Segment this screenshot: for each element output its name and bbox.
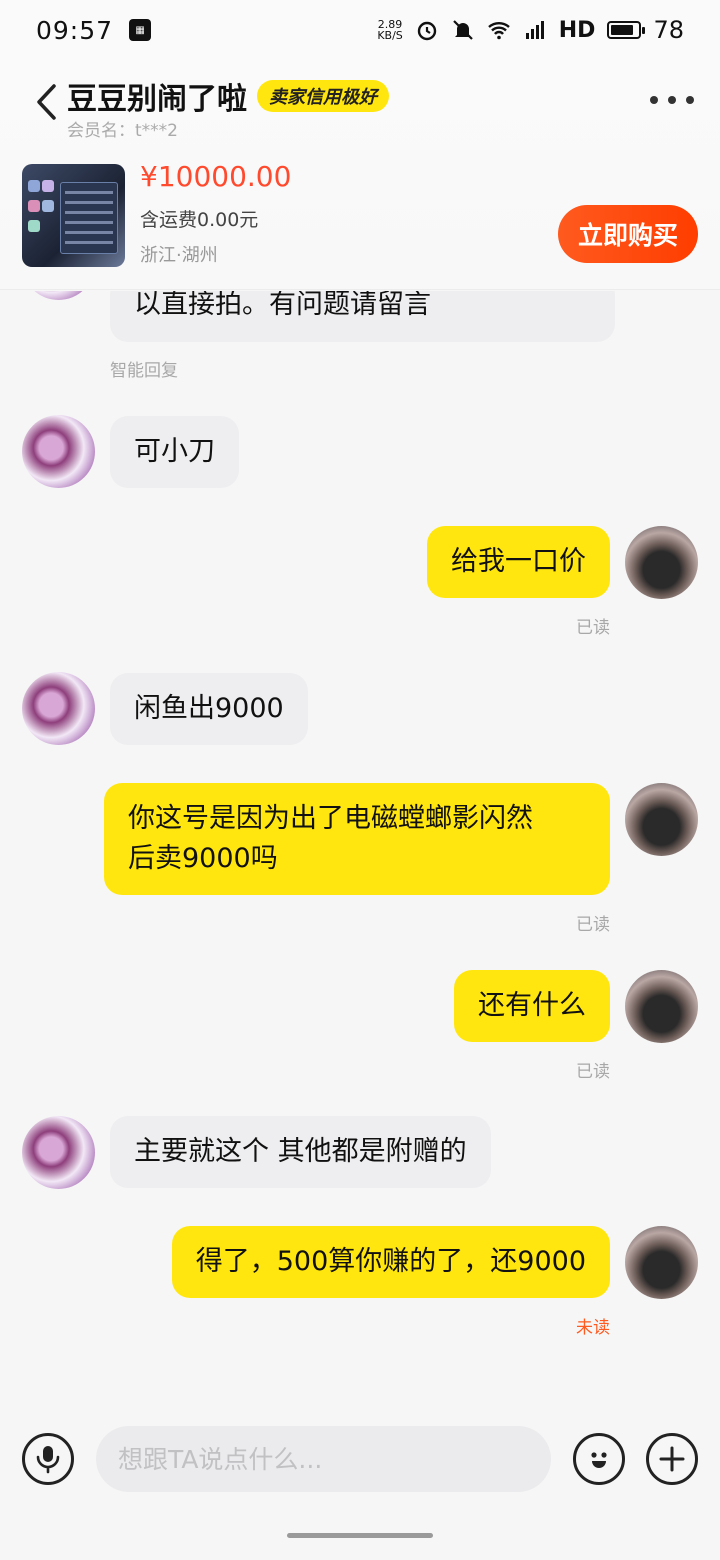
message-meta: 智能回复 [110,361,178,381]
home-indicator[interactable] [287,1533,433,1538]
plus-icon [659,1446,685,1472]
chat-header: 豆豆别闹了啦 卖家信用极好 会员名：t***2 ¥10000.00 含运费0.0… [0,60,720,290]
status-right: 2.89 KB/S HD 78 [377,16,684,44]
seller-avatar[interactable] [22,1116,95,1189]
chat-area[interactable]: 以直接拍。有问题请留言 智能回复 可小刀 给我一口价 已读 闲鱼出9000 你这… [0,291,720,1391]
more-options-button[interactable] [650,88,694,112]
battery-icon [607,21,646,39]
seller-avatar[interactable] [22,672,95,745]
voice-button[interactable] [22,1433,74,1485]
message-bubble[interactable]: 你这号是因为出了电磁螳螂影闪然 后卖9000吗 [104,783,610,895]
status-bar: 09:57 ▦ 2.89 KB/S HD 78 [0,0,720,60]
read-status: 未读 [576,1318,610,1338]
message-bubble[interactable]: 主要就这个 其他都是附赠的 [110,1116,491,1188]
message-bubble[interactable]: 给我一口价 [427,526,610,598]
read-status: 已读 [576,1062,610,1082]
product-price: ¥10000.00 [140,160,292,193]
emoji-button[interactable] [573,1433,625,1485]
battery-fill [611,25,634,35]
status-time: 09:57 [36,15,114,45]
product-location: 浙江·湖州 [140,245,218,266]
net-speed: 2.89 KB/S [377,19,402,41]
seller-avatar[interactable] [22,291,95,300]
message-bubble[interactable]: 闲鱼出9000 [110,673,308,745]
credit-badge[interactable]: 卖家信用极好 [257,80,389,112]
alarm-icon [417,21,436,41]
network-type-label: HD [558,17,596,43]
my-avatar[interactable] [625,783,698,856]
buy-now-button[interactable]: 立即购买 [558,205,698,263]
wifi-icon [487,22,510,40]
battery-level: 78 [653,16,684,44]
mute-bell-icon [452,20,473,40]
signal-5g-icon [525,21,544,39]
emoji-icon [591,1452,607,1468]
member-name: 会员名：t***2 [67,121,178,141]
microphone-icon [36,1446,60,1474]
read-status: 已读 [576,915,610,935]
message-bubble[interactable]: 得了，500算你赚的了，还9000 [171,1226,610,1298]
plus-button[interactable] [646,1433,698,1485]
message-bubble[interactable]: 可小刀 [110,416,239,488]
seller-avatar[interactable] [22,415,95,488]
message-bubble[interactable]: 还有什么 [454,970,610,1042]
net-speed-unit: KB/S [377,29,403,42]
message-bubble[interactable]: 以直接拍。有问题请留言 [110,291,615,342]
back-button[interactable] [28,80,64,124]
shipping-fee: 含运费0.00元 [140,209,259,231]
message-input[interactable] [96,1426,551,1492]
chevron-left-icon [37,84,56,120]
my-avatar[interactable] [625,970,698,1043]
product-thumbnail[interactable] [22,164,125,267]
title-row: 豆豆别闹了啦 卖家信用极好 [67,74,389,118]
my-avatar[interactable] [625,526,698,599]
seller-name[interactable]: 豆豆别闹了啦 [67,74,247,118]
my-avatar[interactable] [625,1226,698,1299]
more-dots-icon [650,96,658,104]
app-notification-icon: ▦ [129,19,152,41]
read-status: 已读 [576,618,610,638]
